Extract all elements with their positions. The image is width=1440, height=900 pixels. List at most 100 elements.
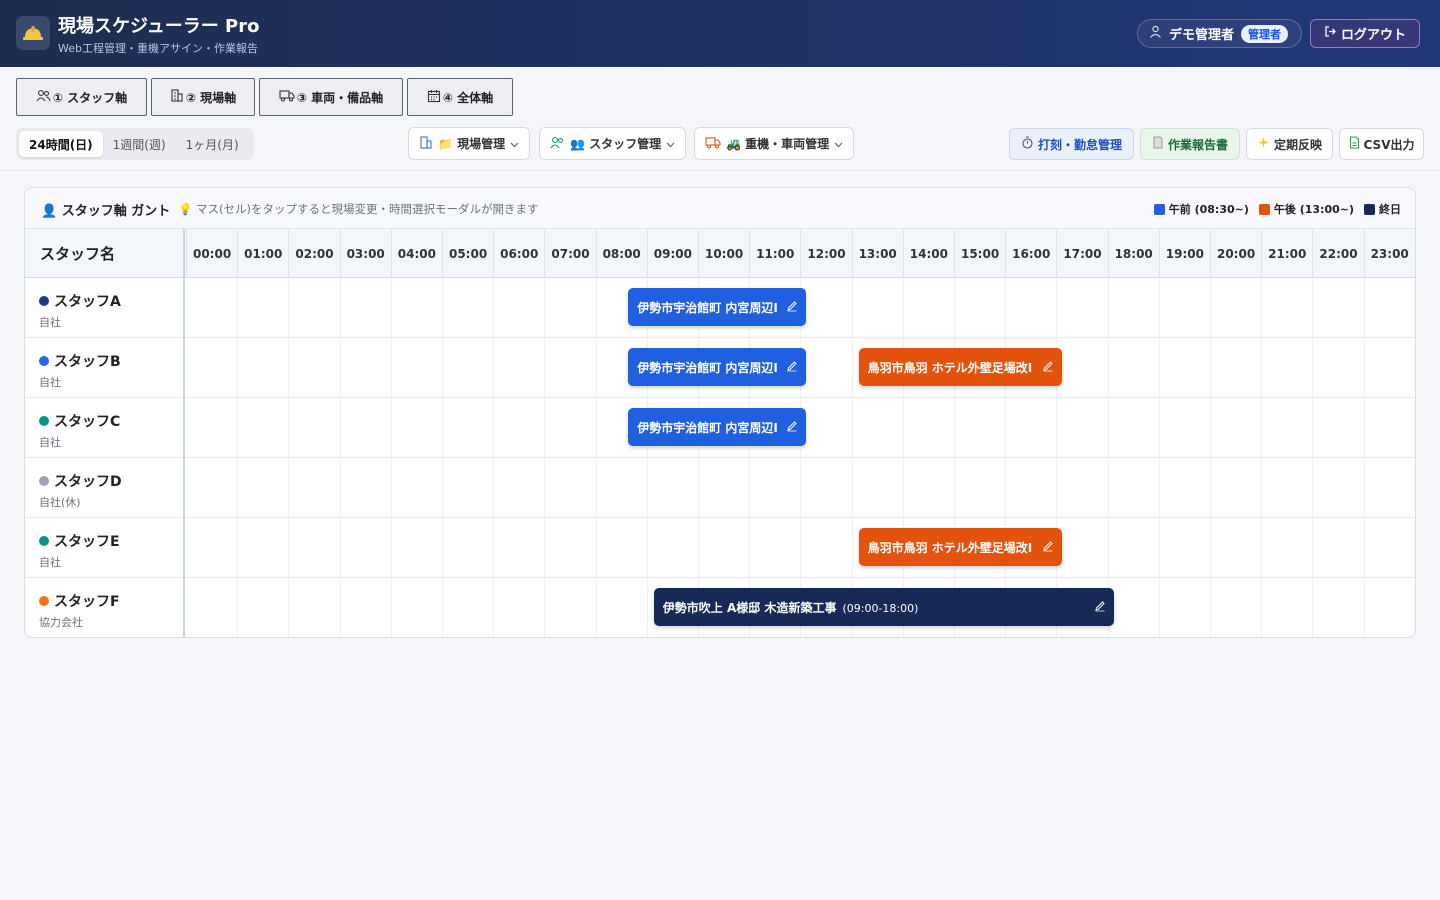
gantt-cell[interactable] [186,458,237,518]
gantt-cell[interactable] [493,578,544,637]
gantt-cell[interactable] [186,518,237,578]
gantt-cell[interactable] [442,578,493,637]
gantt-cell[interactable] [340,518,391,578]
gantt-cell[interactable] [1056,278,1107,338]
period-month-button[interactable]: 1ヶ月(月) [176,131,249,157]
gantt-cell[interactable] [1005,398,1056,458]
gantt-cell[interactable] [1261,338,1312,398]
gantt-cell[interactable] [288,578,339,637]
assignment-bar[interactable]: 鳥羽市鳥羽 ホテル外壁足場改I [858,528,1063,566]
logout-button[interactable]: ログアウト [1310,19,1420,48]
assignment-bar[interactable]: 伊勢市宇治館町 内宮周辺I [628,288,807,326]
gantt-cell[interactable] [186,278,237,338]
periodic-apply-button[interactable]: 定期反映 [1246,128,1333,160]
gantt-cell[interactable] [493,458,544,518]
gantt-cell[interactable] [442,278,493,338]
edit-pencil-icon[interactable] [1042,360,1054,375]
period-day-button[interactable]: 24時間(日) [19,131,103,157]
gantt-cell[interactable] [340,458,391,518]
gantt-cell[interactable] [1056,338,1107,398]
edit-pencil-icon[interactable] [786,360,798,375]
gantt-cell[interactable] [596,518,647,578]
assignment-bar[interactable]: 伊勢市宇治館町 内宮周辺I [628,408,807,446]
gantt-cell[interactable] [1108,578,1159,637]
gantt-cell[interactable] [1056,518,1107,578]
gantt-cell[interactable] [1312,338,1363,398]
gantt-cell[interactable] [544,578,595,637]
edit-pencil-icon[interactable] [786,420,798,435]
gantt-cell[interactable] [442,518,493,578]
gantt-cell[interactable] [954,278,1005,338]
assignment-bar[interactable]: 伊勢市吹上 A様邸 木造新築工事 (09:00-18:00) [653,588,1114,626]
gantt-cell[interactable] [186,338,237,398]
gantt-cell[interactable] [1312,518,1363,578]
gantt-cell[interactable] [1312,398,1363,458]
gantt-cell[interactable] [1261,278,1312,338]
gantt-cell[interactable] [1364,338,1415,398]
gantt-cell[interactable] [749,458,800,518]
gantt-cell[interactable] [288,518,339,578]
gantt-cell[interactable] [442,398,493,458]
gantt-cell[interactable] [596,578,647,637]
gantt-cell[interactable] [1159,578,1210,637]
gantt-cell[interactable] [1364,518,1415,578]
gantt-cell[interactable] [903,458,954,518]
gantt-cell[interactable] [237,278,288,338]
gantt-cell[interactable] [237,398,288,458]
gantt-cell[interactable] [1159,458,1210,518]
gantt-cell[interactable] [1056,458,1107,518]
gantt-cell[interactable] [1210,278,1261,338]
site-management-menu[interactable]: 📁 現場管理 [408,127,531,160]
gantt-cell[interactable] [852,458,903,518]
gantt-cell[interactable] [1261,398,1312,458]
gantt-cell[interactable] [288,458,339,518]
assignment-bar[interactable]: 鳥羽市鳥羽 ホテル外壁足場改I [858,348,1063,386]
gantt-cell[interactable] [903,278,954,338]
gantt-cell[interactable] [1210,458,1261,518]
gantt-cell[interactable] [493,338,544,398]
gantt-cell[interactable] [544,458,595,518]
gantt-cell[interactable] [698,458,749,518]
equipment-management-menu[interactable]: 🚜 重機・車両管理 [694,127,855,160]
gantt-cell[interactable] [1312,578,1363,637]
attendance-button[interactable]: 打刻・勤怠管理 [1009,128,1134,160]
assignment-bar[interactable]: 伊勢市宇治館町 内宮周辺I [628,348,807,386]
gantt-cell[interactable] [800,458,851,518]
gantt-cell[interactable] [1005,458,1056,518]
gantt-cell[interactable] [1108,278,1159,338]
user-menu[interactable]: デモ管理者 管理者 [1137,19,1302,48]
gantt-cell[interactable] [442,458,493,518]
gantt-cell[interactable] [1056,398,1107,458]
gantt-cell[interactable] [1261,458,1312,518]
gantt-cell[interactable] [1005,278,1056,338]
tab-vehicle-axis[interactable]: ③ 車両・備品軸 [259,78,403,116]
gantt-cell[interactable] [1364,578,1415,637]
gantt-cell[interactable] [852,278,903,338]
gantt-cell[interactable] [647,518,698,578]
gantt-cell[interactable] [1210,518,1261,578]
gantt-cell[interactable] [186,398,237,458]
gantt-cell[interactable] [288,398,339,458]
gantt-cell[interactable] [288,278,339,338]
gantt-cell[interactable] [237,578,288,637]
gantt-cell[interactable] [1108,338,1159,398]
gantt-cell[interactable] [1364,398,1415,458]
gantt-cell[interactable] [852,398,903,458]
edit-pencil-icon[interactable] [786,300,798,315]
gantt-cell[interactable] [340,338,391,398]
tab-overall-axis[interactable]: ④ 全体軸 [407,78,513,116]
tab-site-axis[interactable]: ② 現場軸 [151,78,255,116]
gantt-cell[interactable] [1364,458,1415,518]
work-report-button[interactable]: 作業報告書 [1140,128,1240,160]
gantt-cell[interactable] [1364,278,1415,338]
gantt-cell[interactable] [749,518,800,578]
gantt-cell[interactable] [1210,398,1261,458]
gantt-cell[interactable] [340,578,391,637]
gantt-cell[interactable] [1210,338,1261,398]
gantt-cell[interactable] [544,338,595,398]
gantt-cell[interactable] [800,398,851,458]
gantt-cell[interactable] [1108,518,1159,578]
gantt-cell[interactable] [1312,458,1363,518]
gantt-cell[interactable] [391,578,442,637]
gantt-cell[interactable] [1312,278,1363,338]
